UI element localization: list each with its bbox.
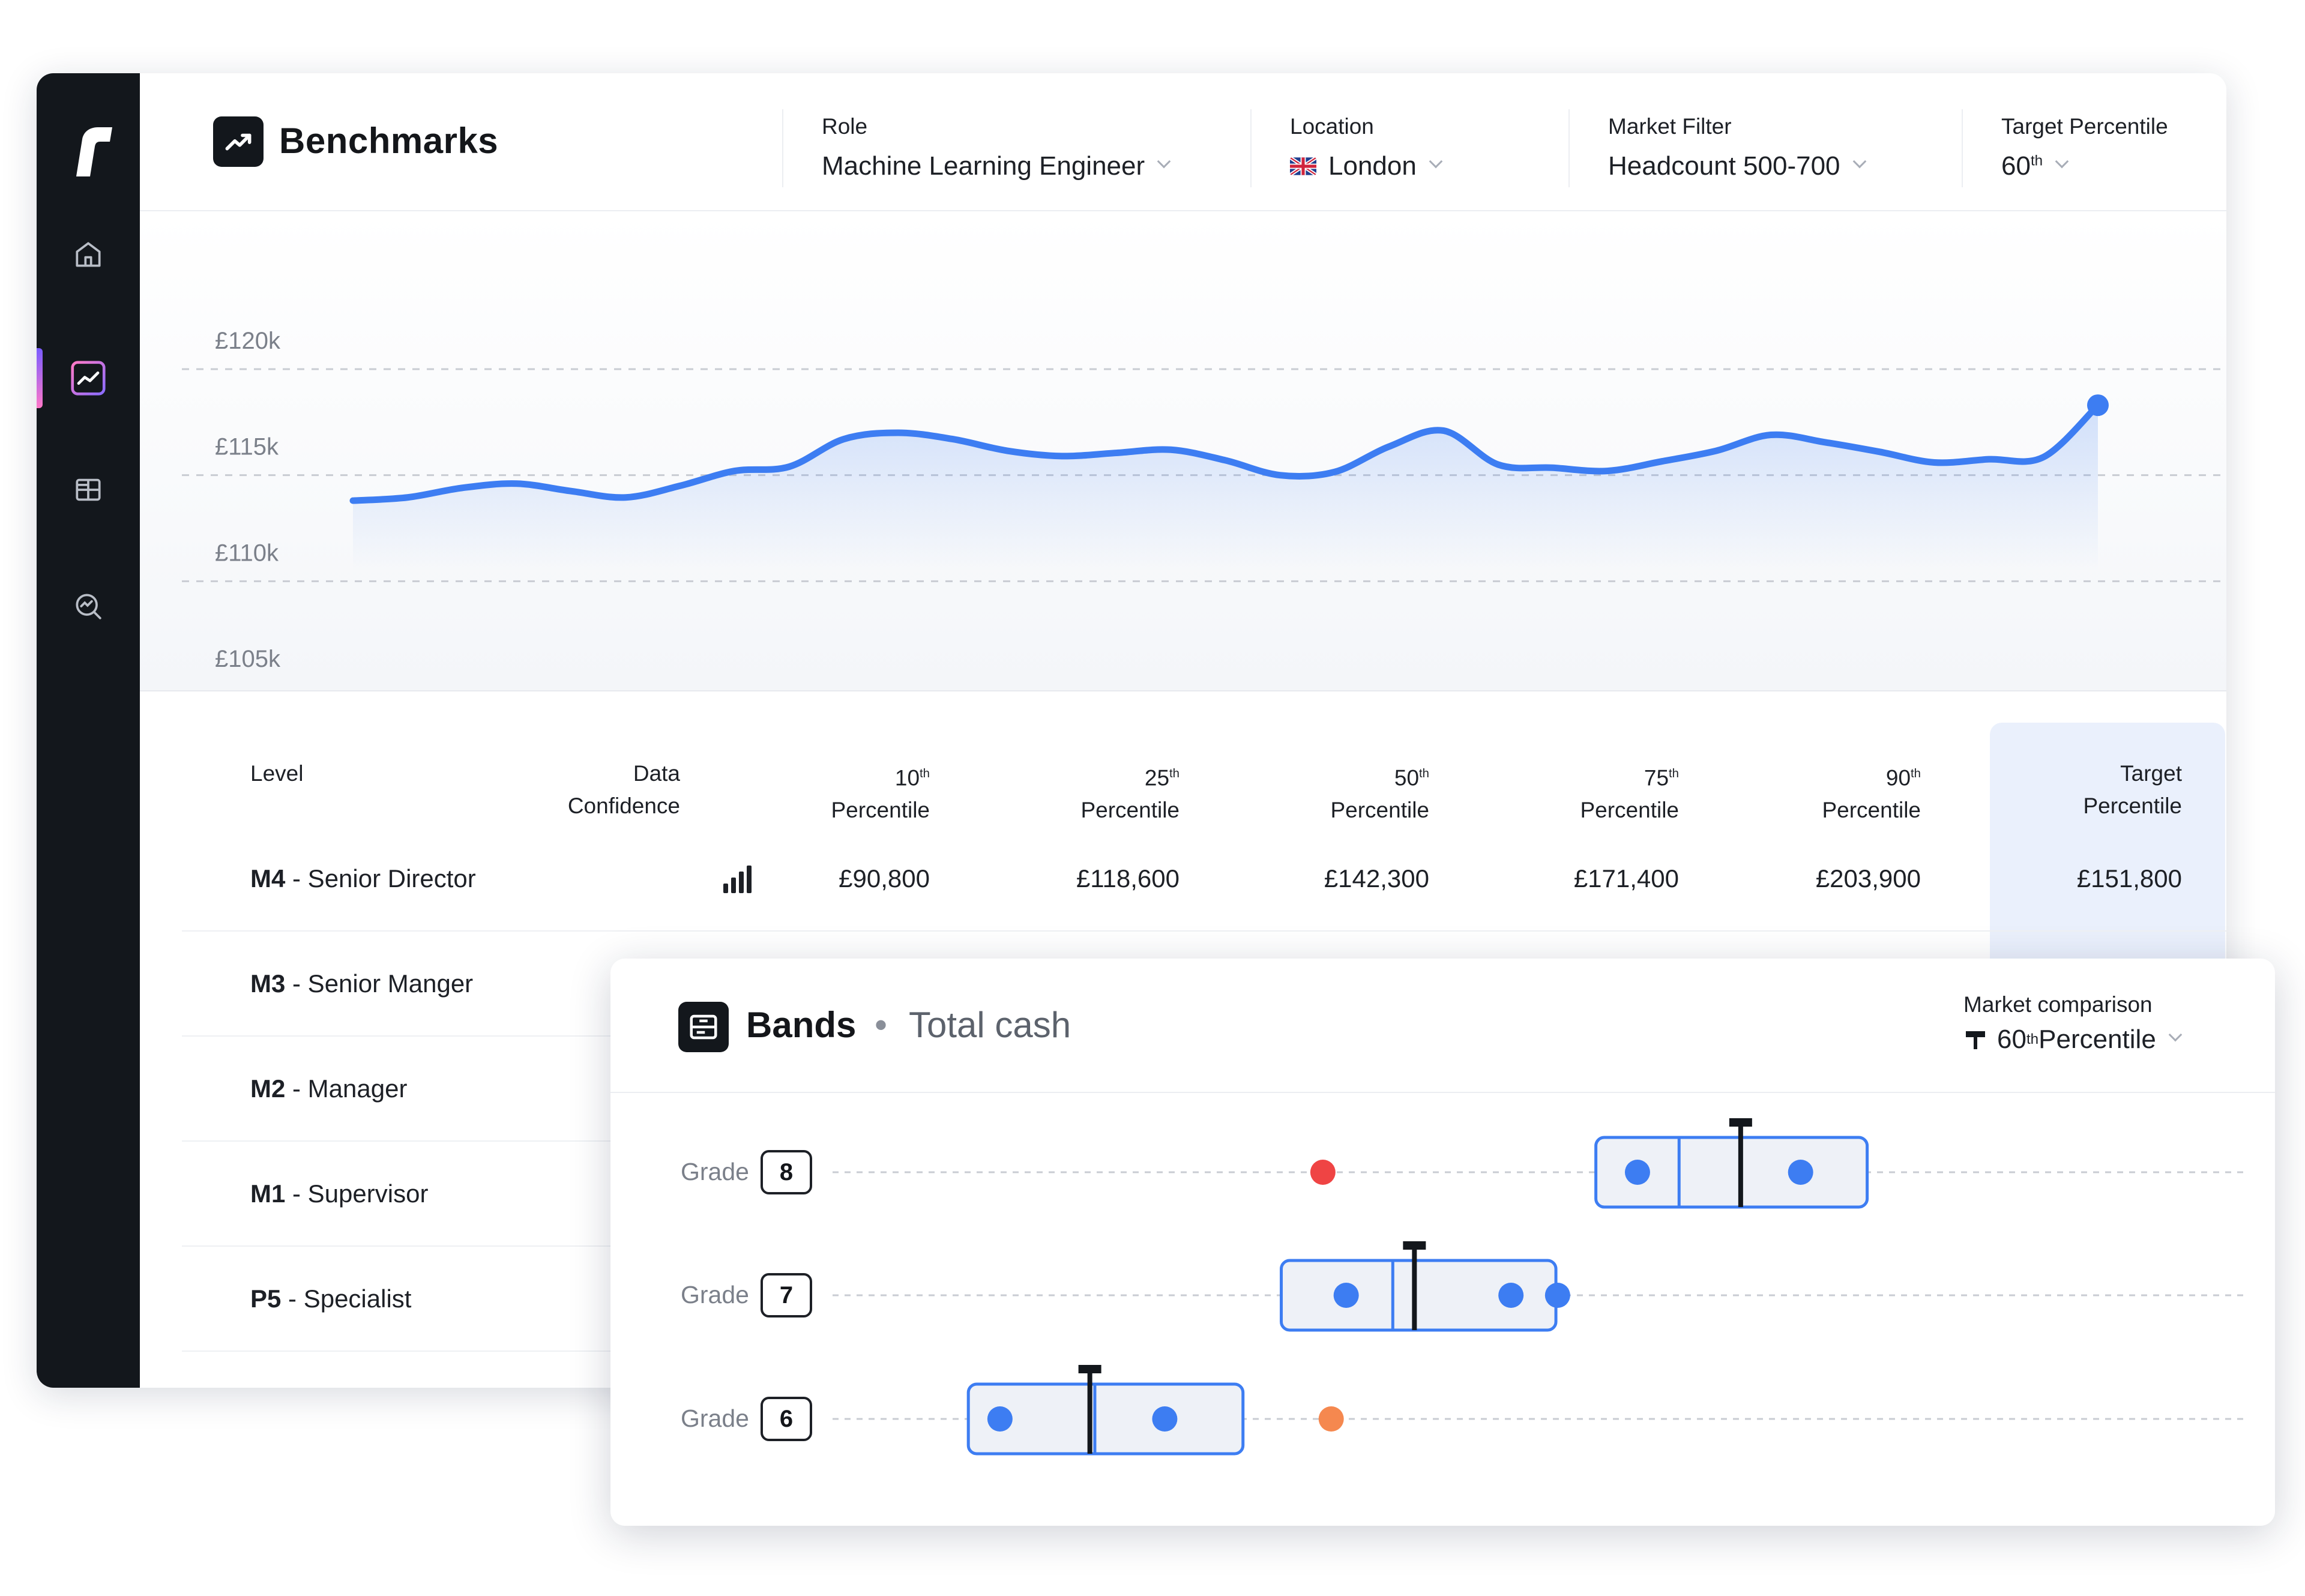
table-row[interactable]: M4 - Senior Director £90,800 £118,600 £142,… (182, 826, 2226, 932)
y-tick-label: £120k (215, 328, 281, 354)
employee-dot[interactable] (1624, 1160, 1650, 1185)
percentile-cell: £118,600 (1076, 864, 1180, 893)
bands-plot (833, 1118, 2249, 1456)
chevron-down-icon (1157, 154, 1171, 169)
column-header: 50th Percentile (1330, 765, 1429, 823)
employee-dot[interactable] (1544, 1283, 1570, 1308)
y-tick-label: £115k (215, 434, 279, 460)
salary-trend-chart: £120k £115k £110k £105k (140, 211, 2226, 691)
role-value: Machine Learning Engineer (822, 151, 1145, 181)
location-value: London (1328, 151, 1417, 181)
location-label: Location (1290, 114, 1374, 139)
market-marker (1087, 1371, 1092, 1454)
y-tick-label: £110k (215, 540, 279, 566)
column-header: Data Confidence (567, 761, 680, 818)
market-label: Market Filter (1608, 114, 1732, 139)
bands-card: Bands • Total cash Market comparison 60 t… (610, 959, 2275, 1526)
market-value: Headcount 500-700 (1608, 151, 1840, 181)
latest-point[interactable] (2087, 394, 2109, 417)
percentile-cell: £171,400 (1573, 864, 1679, 893)
level-cell: P5 - Specialist (250, 1284, 412, 1313)
target-value-cell: £151,800 (2076, 864, 2182, 893)
column-header: 90th Percentile (1822, 765, 1921, 823)
column-header: 10th Percentile (831, 765, 930, 823)
market-marker (1412, 1247, 1417, 1330)
analysis-icon (76, 594, 101, 619)
level-cell: M4 - Senior Director (250, 864, 476, 893)
nav-active-indicator (37, 348, 43, 408)
benchmarks-icon (71, 361, 106, 396)
employee-dot[interactable] (1152, 1406, 1178, 1432)
chevron-down-icon (1852, 154, 1866, 169)
chevron-down-icon (2055, 154, 2069, 169)
percentile-cell: £203,900 (1815, 864, 1921, 893)
uk-flag-icon (1290, 157, 1316, 175)
employee-dot[interactable] (987, 1406, 1013, 1432)
area-fill (353, 405, 2098, 571)
role-label: Role (822, 114, 868, 139)
stage: Benchmarks Role Machine Learning Enginee… (0, 0, 2305, 1596)
market-marker (1738, 1124, 1743, 1207)
employee-dot[interactable] (1498, 1283, 1524, 1308)
percentile-cell: £142,300 (1324, 864, 1429, 893)
outlier-dot[interactable] (1310, 1160, 1336, 1185)
sidebar (37, 73, 140, 1388)
percentile-cell: £90,800 (839, 864, 930, 893)
target-percentile-label: Target Percentile (2001, 114, 2168, 139)
outlier-dot[interactable] (1318, 1406, 1344, 1432)
level-cell: M2 - Manager (250, 1074, 408, 1103)
level-cell: P4 - Advanced (250, 1351, 414, 1388)
column-header: Level (250, 761, 304, 786)
header: Benchmarks Role Machine Learning Enginee… (140, 73, 2226, 211)
location-filter[interactable]: Location London (1250, 109, 1568, 187)
column-header: 25th Percentile (1080, 765, 1180, 823)
column-header: 75th Percentile (1580, 765, 1679, 823)
home-icon (76, 242, 101, 267)
target-percentile-filter[interactable]: Target Percentile 60th (1962, 109, 2226, 187)
y-tick-label: £105k (215, 646, 281, 672)
target-percentile-value: 60th (2001, 151, 2043, 181)
chevron-down-icon (1429, 154, 1443, 169)
level-cell: M3 - Senior Manger (250, 969, 474, 998)
nav-analysis[interactable] (65, 583, 111, 629)
app-logo (76, 127, 112, 176)
role-filter[interactable]: Role Machine Learning Engineer (782, 109, 1262, 187)
nav-benchmarks[interactable] (65, 355, 111, 401)
employee-dot[interactable] (1788, 1160, 1813, 1185)
column-header: Target Percentile (2083, 761, 2182, 818)
page-title: Benchmarks (279, 121, 499, 161)
nav-bands[interactable] (65, 467, 111, 513)
employee-dot[interactable] (1333, 1283, 1359, 1308)
bands-icon (76, 478, 101, 501)
benchmarks-logo-icon (213, 116, 264, 167)
nav-home[interactable] (65, 232, 111, 277)
signal-bars-icon (723, 866, 752, 893)
trend-chart-svg: £120k £115k £110k £105k (182, 328, 2223, 672)
market-filter[interactable]: Market Filter Headcount 500-700 (1568, 109, 1965, 187)
level-cell: M1 - Supervisor (250, 1179, 429, 1208)
